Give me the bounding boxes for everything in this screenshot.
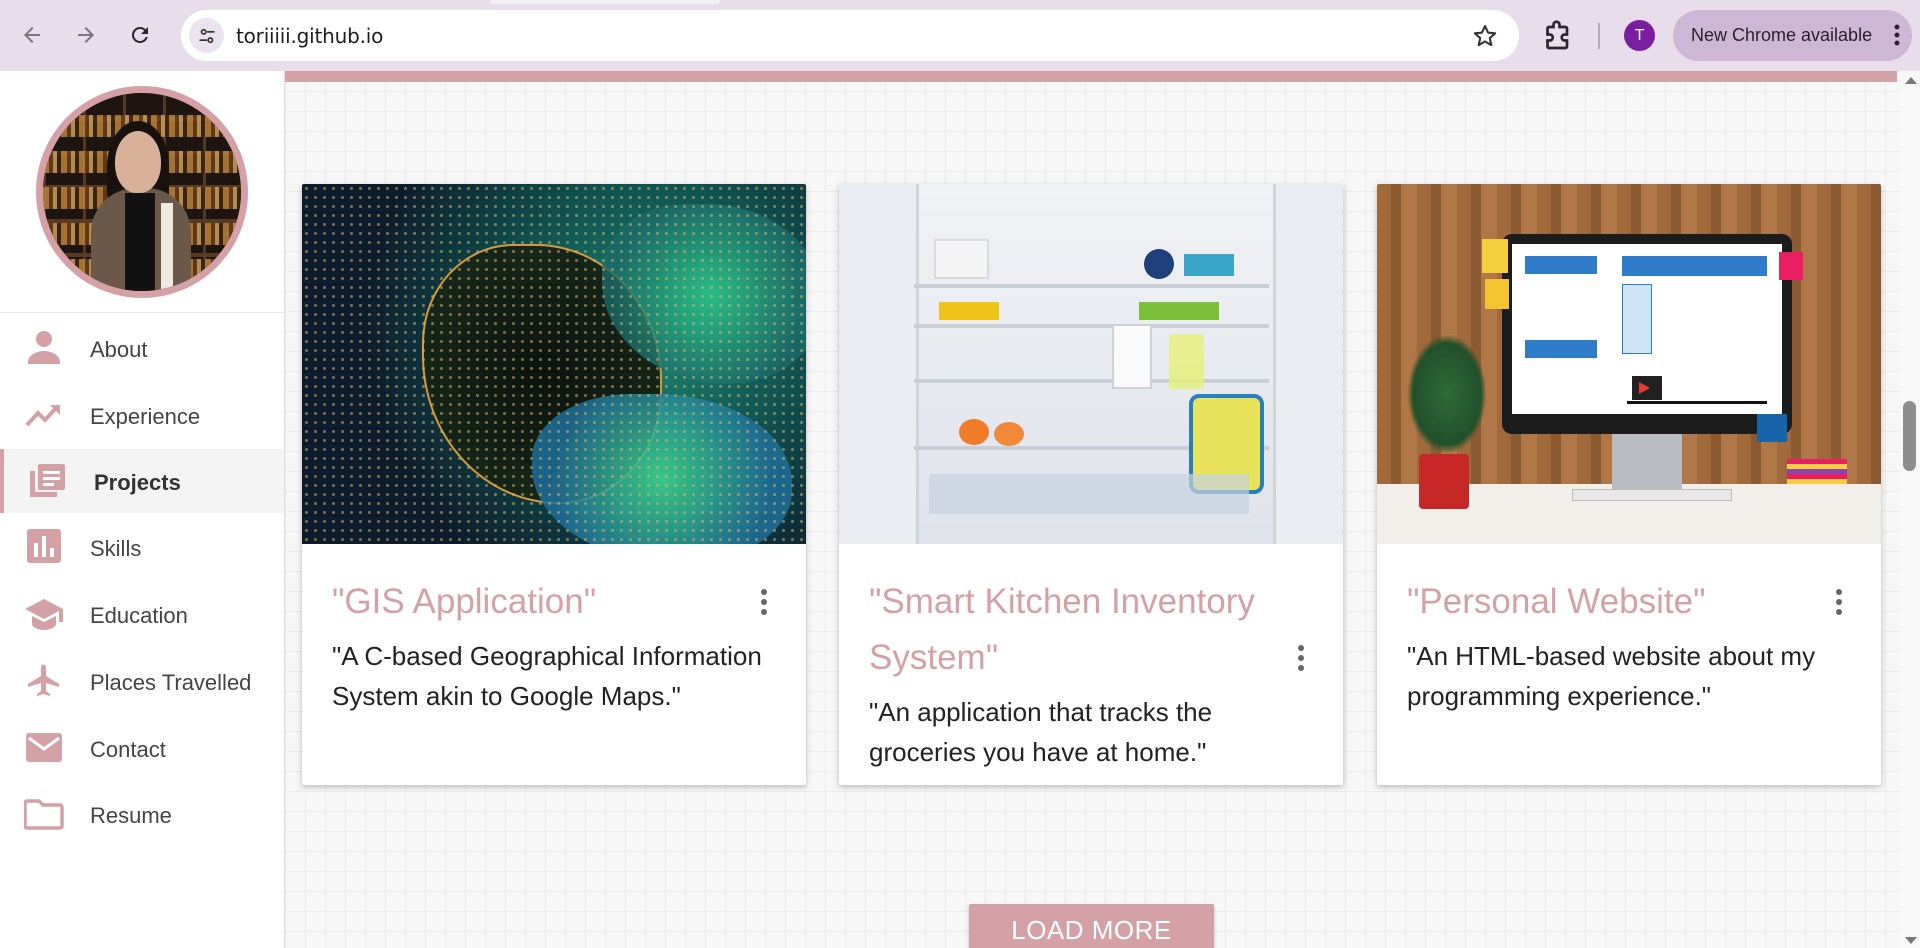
project-card-gis[interactable]: "GIS Application" "A C-based Geographica… <box>302 184 806 785</box>
scroll-up-arrow-icon[interactable] <box>1905 77 1917 84</box>
section-top-stripe <box>285 71 1897 82</box>
update-label: New Chrome available <box>1691 25 1873 45</box>
more-vert-icon[interactable] <box>1835 589 1843 615</box>
project-image-world-map <box>302 184 806 544</box>
bar-chart-icon <box>27 529 61 563</box>
project-image-website-monitor <box>1377 184 1881 544</box>
scroll-down-arrow-icon[interactable] <box>1905 937 1917 944</box>
browser-toolbar: toriiiii.github.io T New Chrome availabl… <box>0 0 1920 71</box>
chrome-update-button[interactable]: New Chrome available <box>1673 10 1912 61</box>
reload-icon <box>131 26 148 43</box>
profile-photo <box>36 86 248 298</box>
main-content: "GIS Application" "A C-based Geographica… <box>285 71 1900 948</box>
sidebar-item-label: Projects <box>94 470 181 495</box>
back-button[interactable] <box>14 17 50 53</box>
project-card-personal-website[interactable]: "Personal Website" "An HTML-based websit… <box>1377 184 1881 785</box>
project-image-refrigerator <box>839 184 1343 544</box>
reload-button[interactable] <box>122 17 158 53</box>
sidebar-item-resume[interactable]: Resume <box>0 782 284 846</box>
sidebar-item-label: Experience <box>90 404 201 429</box>
sidebar-item-skills[interactable]: Skills <box>0 515 284 579</box>
sidebar-item-label: Skills <box>90 536 142 561</box>
more-vert-icon[interactable] <box>1297 645 1305 671</box>
page-scrollbar[interactable] <box>1900 71 1920 948</box>
arrow-left-icon <box>24 27 40 43</box>
project-title[interactable]: "Smart Kitchen Inventory System" <box>869 574 1289 686</box>
graduation-cap-icon <box>25 599 63 630</box>
project-description: "An application that tracks the grocerie… <box>869 697 1213 767</box>
sidebar-divider <box>0 312 285 313</box>
project-title[interactable]: "GIS Application" <box>332 574 752 630</box>
mail-icon <box>26 733 62 762</box>
sidebar-item-label: Resume <box>90 803 172 828</box>
forward-button[interactable] <box>68 17 104 53</box>
person-icon <box>28 331 60 364</box>
airplane-icon <box>28 664 59 696</box>
sidebar-item-label: Contact <box>90 737 166 762</box>
kebab-menu-icon[interactable] <box>1894 24 1900 46</box>
address-bar[interactable]: toriiiii.github.io <box>181 10 1519 61</box>
sidebar-item-about[interactable]: About <box>0 316 284 380</box>
toolbar-separator <box>1598 23 1600 49</box>
sidebar-item-projects[interactable]: Projects <box>0 449 284 513</box>
sidebar-item-education[interactable]: Education <box>0 582 284 646</box>
sidebar-item-contact[interactable]: Contact <box>0 716 284 780</box>
project-description: "A C-based Geographical Information Syst… <box>332 641 762 711</box>
sidebar-item-label: Places Travelled <box>90 670 252 695</box>
sidebar-item-places-travelled[interactable]: Places Travelled <box>0 649 284 713</box>
folder-icon <box>24 799 64 830</box>
active-tab-indicator <box>490 0 720 4</box>
project-card-smart-kitchen[interactable]: "Smart Kitchen Inventory System" "An app… <box>839 184 1343 785</box>
project-title[interactable]: "Personal Website" <box>1407 574 1827 630</box>
load-more-button[interactable]: LOAD MORE <box>969 904 1214 948</box>
url-text: toriiiii.github.io <box>236 24 384 48</box>
extensions-puzzle-icon[interactable] <box>1540 18 1576 54</box>
more-vert-icon[interactable] <box>760 589 768 615</box>
trending-up-icon <box>25 405 60 427</box>
site-info-button[interactable] <box>189 18 224 53</box>
profile-avatar[interactable]: T <box>1624 20 1655 51</box>
scroll-thumb[interactable] <box>1903 401 1916 471</box>
tune-icon <box>199 28 214 43</box>
arrow-right-icon <box>78 27 94 43</box>
bookmark-star-icon[interactable] <box>1471 22 1499 50</box>
project-description: "An HTML-based website about my programm… <box>1407 641 1816 711</box>
sidebar-item-experience[interactable]: Experience <box>0 383 284 447</box>
sidebar: About Experience Projects Skills Educati… <box>0 71 285 948</box>
sidebar-item-label: About <box>90 337 148 362</box>
library-books-icon <box>30 464 65 497</box>
sidebar-item-label: Education <box>90 603 188 628</box>
